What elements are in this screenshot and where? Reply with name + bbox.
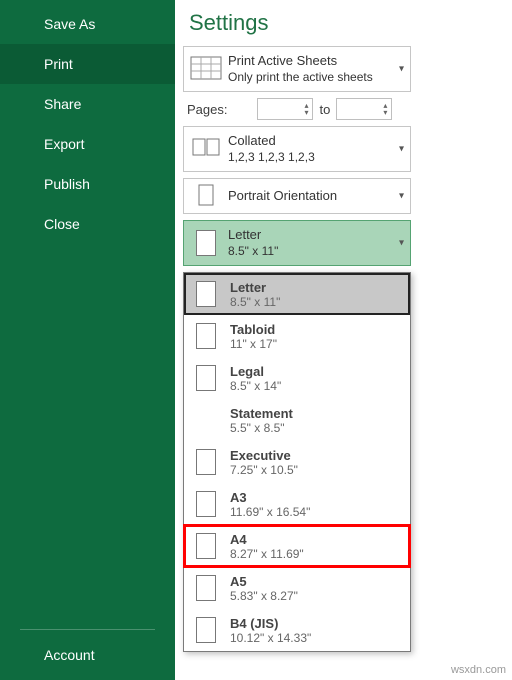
nav-share[interactable]: Share [0,84,175,124]
dd-sub: 1,2,3 1,2,3 1,2,3 [228,150,404,165]
caret-icon: ▾ [399,238,404,249]
spinner-icon: ▴▾ [304,102,308,116]
nav-save-as[interactable]: Save As [0,4,175,44]
pages-from-input[interactable]: ▴▾ [257,98,313,120]
paper-icon [192,617,220,643]
paper-option-name: A5 [230,574,298,589]
paper-option-a3[interactable]: A311.69" x 16.54" [184,483,410,525]
paper-option-name: Letter [230,280,280,295]
nav-publish[interactable]: Publish [0,164,175,204]
settings-panel: Settings Print Active Sheets Only print … [175,0,512,680]
paper-option-info: Tabloid11" x 17" [230,322,277,351]
portrait-icon [190,183,222,209]
paper-icon [192,365,220,391]
collation-dropdown[interactable]: Collated 1,2,3 1,2,3 1,2,3 ▾ [183,126,411,172]
nav-close[interactable]: Close [0,204,175,244]
nav-export[interactable]: Export [0,124,175,164]
backstage-sidebar: Save As Print Share Export Publish Close… [0,0,175,680]
paper-option-a5[interactable]: A55.83" x 8.27" [184,567,410,609]
nav-divider [20,629,155,630]
paper-icon [192,449,220,475]
dd-title: Print Active Sheets [228,53,404,69]
dd-title: Collated [228,133,404,149]
collated-icon [190,136,222,162]
nav-print[interactable]: Print [0,44,175,84]
paper-option-dims: 11.69" x 16.54" [230,505,310,519]
paper-icon [190,230,222,256]
caret-icon: ▾ [399,144,404,155]
collated-text: Collated 1,2,3 1,2,3 1,2,3 [228,133,404,164]
nav-label: Publish [44,176,90,192]
dd-title: Portrait Orientation [228,188,404,204]
paper-option-name: Tabloid [230,322,277,337]
dd-title: Letter [228,227,404,243]
orientation-dropdown[interactable]: Portrait Orientation ▾ [183,178,411,214]
paper-option-info: Executive7.25" x 10.5" [230,448,298,477]
paper-option-name: Executive [230,448,298,463]
paper-option-letter[interactable]: Letter8.5" x 11" [184,273,410,315]
paper-icon [192,323,220,349]
settings-heading: Settings [189,10,512,36]
nav-spacer [0,244,175,629]
print-area-dropdown[interactable]: Print Active Sheets Only print the activ… [183,46,411,92]
paper-icon [192,533,220,559]
pages-to-input[interactable]: ▴▾ [336,98,392,120]
paper-option-legal[interactable]: Legal8.5" x 14" [184,357,410,399]
nav-label: Save As [44,16,95,32]
paper-size-dropdown[interactable]: Letter 8.5" x 11" ▾ [183,220,411,266]
paper-icon [192,575,220,601]
pages-to-label: to [319,102,330,117]
paper-size-popup: Letter8.5" x 11"Tabloid11" x 17"Legal8.5… [183,272,411,652]
orientation-text: Portrait Orientation [228,188,404,204]
print-area-text: Print Active Sheets Only print the activ… [228,53,404,84]
dd-sub: 8.5" x 11" [228,244,404,259]
paper-option-info: Letter8.5" x 11" [230,280,280,309]
paper-option-dims: 5.83" x 8.27" [230,589,298,603]
pages-label: Pages: [187,102,227,117]
spinner-icon: ▴▾ [383,102,387,116]
dd-sub: Only print the active sheets [228,70,404,85]
paper-option-info: Legal8.5" x 14" [230,364,281,393]
paper-option-name: A3 [230,490,310,505]
watermark: wsxdn.com [451,664,506,676]
nav-label: Export [44,136,84,152]
paper-icon [192,281,220,307]
paper-option-info: A311.69" x 16.54" [230,490,310,519]
caret-icon: ▾ [399,191,404,202]
paper-option-name: B4 (JIS) [230,616,311,631]
paper-option-info: A48.27" x 11.69" [230,532,304,561]
paper-option-dims: 8.5" x 11" [230,295,280,309]
paper-option-info: B4 (JIS)10.12" x 14.33" [230,616,311,645]
paper-option-dims: 10.12" x 14.33" [230,631,311,645]
paper-text: Letter 8.5" x 11" [228,227,404,258]
pages-row: Pages: ▴▾ to ▴▾ [187,98,512,120]
nav-label: Share [44,96,81,112]
paper-option-dims: 8.5" x 14" [230,379,281,393]
paper-option-dims: 8.27" x 11.69" [230,547,304,561]
paper-option-dims: 5.5" x 8.5" [230,421,293,435]
print-area-icon [190,56,222,82]
paper-option-executive[interactable]: Executive7.25" x 10.5" [184,441,410,483]
nav-label: Print [44,56,73,72]
paper-icon [192,491,220,517]
paper-option-info: Statement5.5" x 8.5" [230,406,293,435]
paper-option-dims: 11" x 17" [230,337,277,351]
paper-option-name: Statement [230,406,293,421]
paper-option-name: A4 [230,532,304,547]
nav-label: Close [44,216,80,232]
paper-option-dims: 7.25" x 10.5" [230,463,298,477]
paper-option-statement[interactable]: Statement5.5" x 8.5" [184,399,410,441]
paper-option-b4-jis-[interactable]: B4 (JIS)10.12" x 14.33" [184,609,410,651]
nav-label: Account [44,647,95,663]
paper-option-a4[interactable]: A48.27" x 11.69" [184,525,410,567]
paper-option-name: Legal [230,364,281,379]
paper-option-tabloid[interactable]: Tabloid11" x 17" [184,315,410,357]
nav-account[interactable]: Account [0,640,175,680]
paper-option-info: A55.83" x 8.27" [230,574,298,603]
caret-icon: ▾ [399,64,404,75]
